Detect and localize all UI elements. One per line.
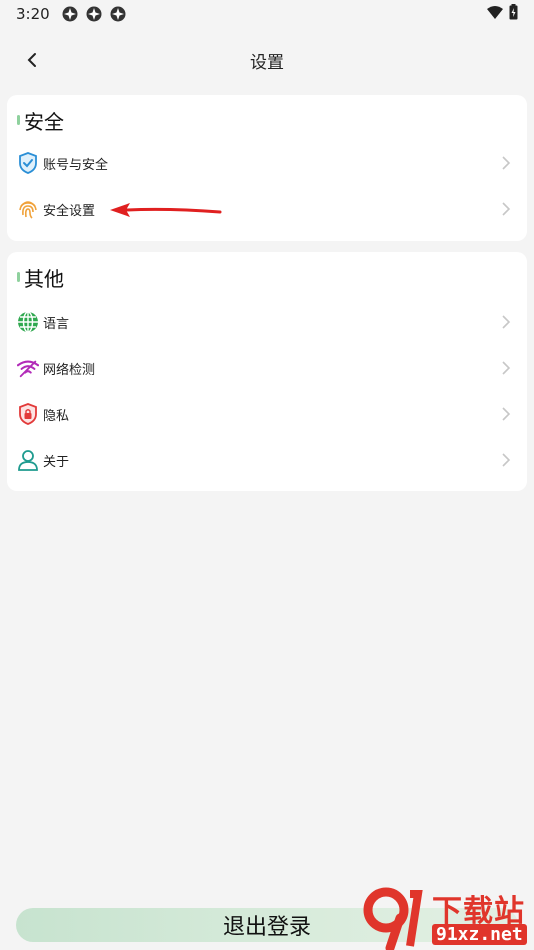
chevron-right-icon (502, 202, 511, 216)
row-label: 账号与安全 (43, 157, 109, 173)
page-title: 设置 (250, 53, 284, 73)
wifi-icon (17, 357, 39, 379)
section-title-text: 其他 (24, 266, 64, 291)
settings-row-account-security[interactable]: 账号与安全 (7, 143, 527, 183)
chevron-right-icon (502, 407, 511, 421)
other-section: 其他 语言 网络检测 隐私 关于 (7, 252, 527, 491)
settings-row-about[interactable]: 关于 (7, 440, 527, 480)
notification-icon (62, 6, 78, 22)
section-title-text: 安全 (24, 109, 64, 134)
row-label: 隐私 (43, 408, 70, 424)
chevron-right-icon (502, 315, 511, 329)
row-label: 网络检测 (43, 362, 96, 378)
globe-icon (17, 311, 39, 333)
section-title: 安全 (17, 107, 64, 134)
settings-row-privacy[interactable]: 隐私 (7, 394, 527, 434)
row-label: 语言 (43, 316, 70, 332)
chevron-right-icon (502, 453, 511, 467)
section-title: 其他 (17, 264, 64, 291)
row-label: 安全设置 (43, 203, 96, 219)
section-accent (17, 272, 20, 282)
notification-icon (86, 6, 102, 22)
security-section: 安全 账号与安全 安全设置 (7, 95, 527, 241)
row-label: 关于 (43, 454, 70, 470)
watermark-domain: 91xz.net (432, 924, 527, 945)
annotation-arrow-icon (110, 203, 222, 217)
nav-bar: 设置 (0, 38, 534, 82)
section-accent (17, 115, 20, 125)
user-icon (17, 449, 39, 471)
status-bar: 3:20 (0, 0, 534, 28)
settings-row-network-check[interactable]: 网络检测 (7, 348, 527, 388)
watermark: 下载站 91xz.net (360, 886, 534, 950)
notification-icon (110, 6, 126, 22)
shield-check-icon (17, 152, 39, 174)
notification-icons (62, 6, 126, 22)
battery-icon (509, 4, 518, 24)
settings-row-language[interactable]: 语言 (7, 302, 527, 342)
settings-row-security-settings[interactable]: 安全设置 (7, 189, 527, 229)
watermark-logo-icon (363, 887, 423, 950)
chevron-right-icon (502, 156, 511, 170)
fingerprint-icon (17, 198, 39, 220)
lock-shield-icon (17, 403, 39, 425)
system-icons (487, 4, 518, 24)
chevron-right-icon (502, 361, 511, 375)
wifi-signal-icon (487, 5, 503, 24)
status-time: 3:20 (16, 5, 50, 23)
